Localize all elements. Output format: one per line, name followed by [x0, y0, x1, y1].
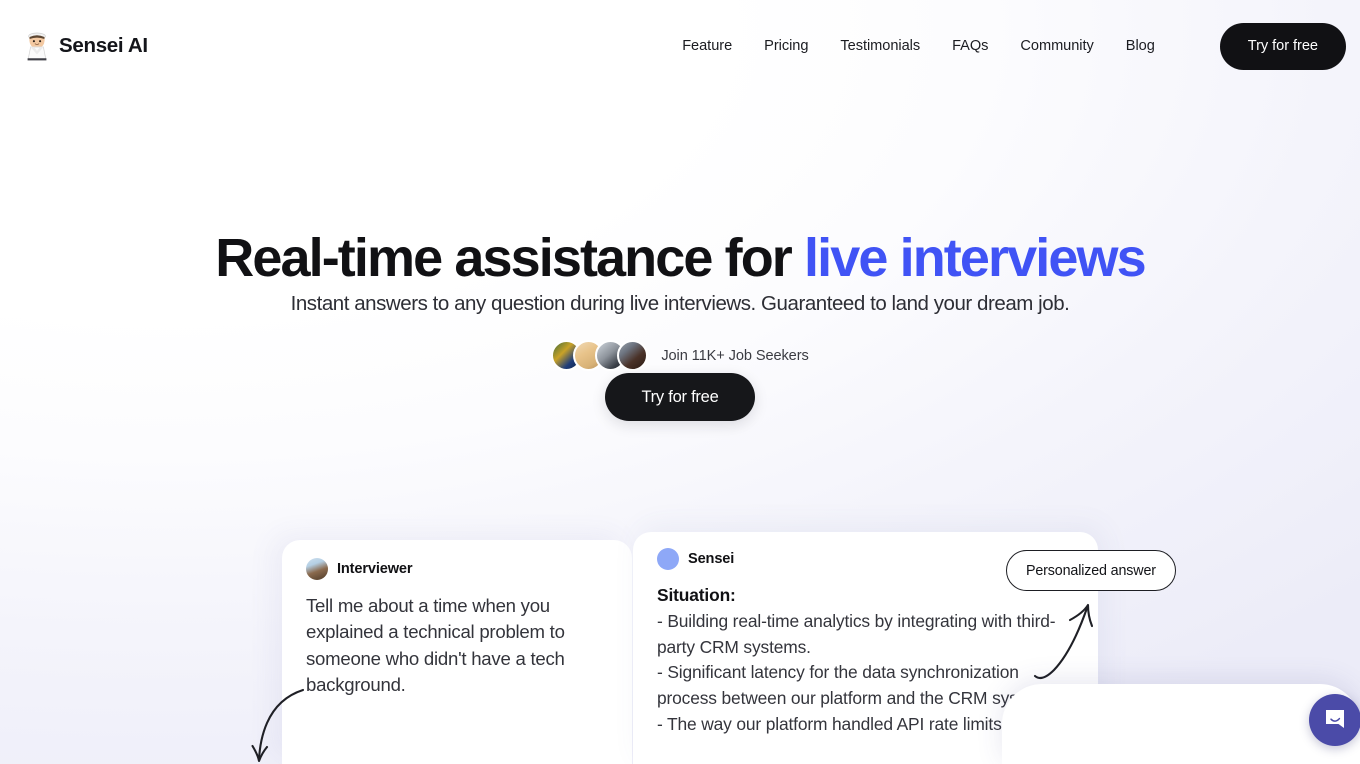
brand-logo[interactable]: Sensei AI	[24, 26, 148, 66]
nav-link-blog[interactable]: Blog	[1110, 30, 1171, 62]
interviewer-question-text: Tell me about a time when you explained …	[306, 595, 565, 695]
hero-cta-container: Try for free	[0, 373, 1360, 421]
avatar-group	[551, 340, 649, 371]
interviewer-card: Interviewer Tell me about a time when yo…	[282, 540, 632, 764]
sensei-answer-bullet: - Building real-time analytics by integr…	[657, 610, 1056, 657]
nav-link-pricing[interactable]: Pricing	[748, 30, 824, 62]
headline-plain-text: Real-time assistance for	[215, 228, 805, 288]
nav-links: Feature Pricing Testimonials FAQs Commun…	[666, 22, 1346, 70]
hero-try-for-free-button[interactable]: Try for free	[605, 373, 755, 421]
nav-try-for-free-button[interactable]: Try for free	[1219, 22, 1346, 70]
social-proof: Join 11K+ Job Seekers	[0, 340, 1360, 371]
interviewer-label: Interviewer	[337, 561, 413, 577]
brand-name: Sensei AI	[59, 34, 148, 57]
nav-link-feature[interactable]: Feature	[666, 30, 748, 62]
chat-launcher-button[interactable]	[1309, 694, 1360, 746]
sensei-label: Sensei	[688, 551, 735, 567]
chat-widget-panel	[1002, 684, 1360, 764]
chat-message-icon	[1322, 706, 1348, 735]
nav-link-community[interactable]: Community	[1004, 30, 1109, 62]
interviewer-avatar	[306, 558, 328, 580]
interviewer-card-header: Interviewer	[306, 558, 608, 580]
hero-subheading: Instant answers to any question during l…	[290, 292, 1070, 315]
page-title: Real-time assistance for live interviews	[0, 226, 1360, 290]
personalized-answer-badge[interactable]: Personalized answer	[1006, 550, 1176, 591]
nav-link-faqs[interactable]: FAQs	[936, 30, 1004, 62]
nav-link-testimonials[interactable]: Testimonials	[824, 30, 936, 62]
top-navigation-bar: Sensei AI Feature Pricing Testimonials F…	[0, 0, 1360, 92]
page-background: Sensei AI Feature Pricing Testimonials F…	[0, 0, 1360, 764]
sensei-mascot-icon	[24, 31, 50, 61]
sensei-answer-section-label: Situation:	[657, 585, 736, 605]
headline-accent-text: live interviews	[804, 228, 1147, 288]
social-proof-label: Join 11K+ Job Seekers	[661, 347, 809, 364]
avatar	[617, 340, 649, 371]
sensei-avatar	[657, 548, 679, 570]
